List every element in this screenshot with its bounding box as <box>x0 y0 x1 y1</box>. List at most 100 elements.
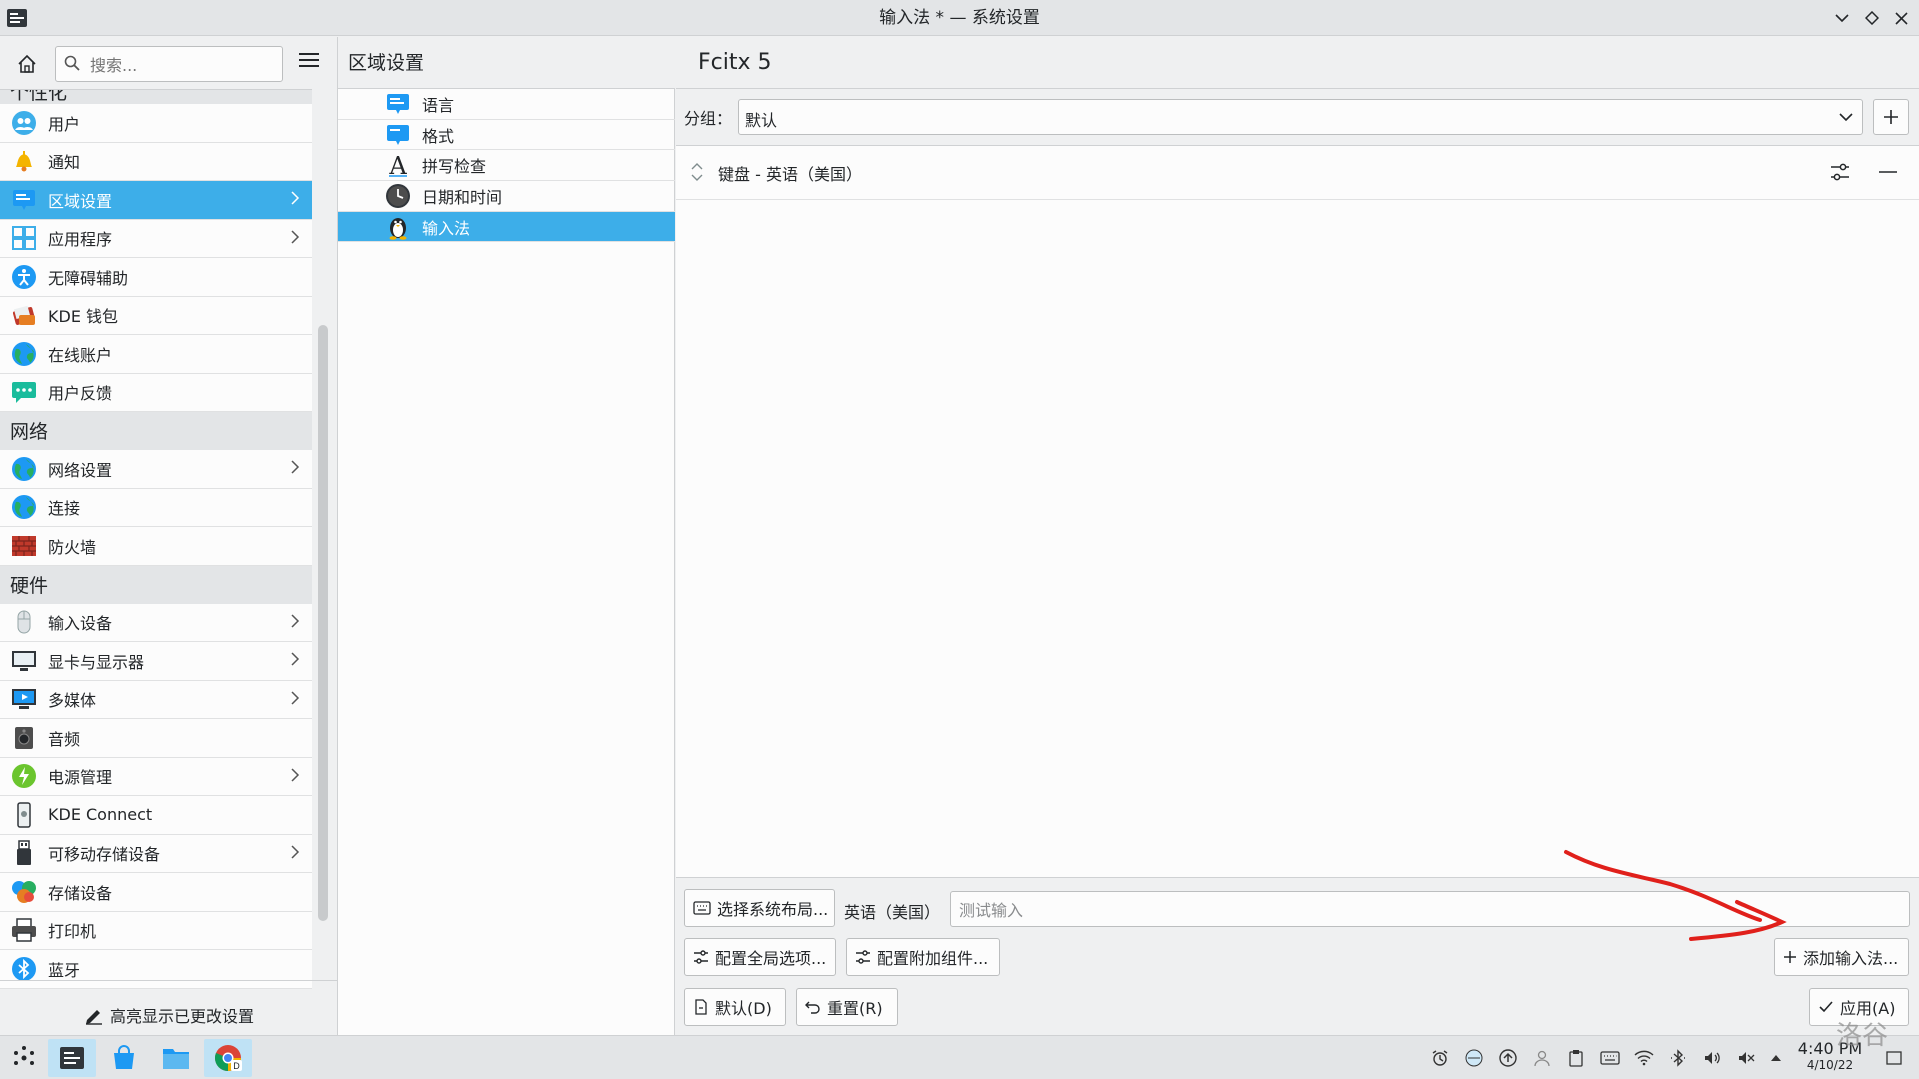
group-combobox[interactable]: 默认 <box>738 99 1863 135</box>
reset-button[interactable]: 重置(R) <box>796 988 898 1026</box>
region-subcategory-panel: 区域设置 语言 格式 A 拼写检查 日期和时间 输入法 <box>338 37 675 1035</box>
wifi-icon <box>1634 1050 1654 1066</box>
task-chrome[interactable]: D <box>204 1039 252 1077</box>
sidebar-item[interactable]: 多媒体 <box>0 680 312 719</box>
network-tray-icon[interactable] <box>1634 1048 1654 1068</box>
chevron-right-icon <box>290 190 300 210</box>
task-discover[interactable] <box>100 1039 148 1077</box>
home-button[interactable] <box>10 49 44 79</box>
configure-global-options-button[interactable]: 配置全局选项... <box>684 938 836 976</box>
sidebar-item-label: 可移动存储设备 <box>48 845 161 865</box>
defaults-button[interactable]: 默认(D) <box>684 988 786 1026</box>
app-launcher-button[interactable] <box>0 1039 48 1077</box>
region-subcategory-item[interactable]: 语言 <box>338 89 675 120</box>
sidebar-item[interactable]: 音频 <box>0 719 312 758</box>
page-title: Fcitx 5 <box>676 37 1919 89</box>
mic-muted-tray-icon[interactable] <box>1736 1048 1756 1068</box>
sidebar-item[interactable]: 蓝牙 <box>0 950 312 989</box>
keyboard-layout-icon <box>1465 1049 1483 1067</box>
sidebar-item-label: 打印机 <box>48 922 97 942</box>
sidebar-items: 用户 通知 区域设置 应用程序 无障碍辅助 KDE 钱包 在线账户 用户反馈 网络 网络设置 连接防… <box>0 104 312 989</box>
sidebar-item[interactable]: 应用程序 <box>0 219 312 258</box>
region-subcategory-label: 输入法 <box>422 218 471 238</box>
select-system-layout-button[interactable]: 选择系统布局... <box>684 889 835 927</box>
sidebar-item-label: 通知 <box>48 153 81 173</box>
sidebar-item-label: KDE Connect <box>48 805 153 825</box>
svg-text:D: D <box>233 1061 240 1071</box>
search-input[interactable] <box>88 51 277 79</box>
sidebar-item-label: 网络设置 <box>48 460 113 480</box>
sidebar-item[interactable]: 通知 <box>0 142 312 181</box>
bluetooth-tray-icon[interactable] <box>1668 1048 1688 1068</box>
tray-expander-button[interactable] <box>1766 1048 1786 1068</box>
region-subcategory-item[interactable]: A 拼写检查 <box>338 150 675 182</box>
sidebar-item[interactable]: 防火墙 <box>0 527 312 566</box>
configure-addons-button[interactable]: 配置附加组件... <box>846 938 1000 976</box>
maximize-button[interactable] <box>1860 6 1884 30</box>
sidebar-item[interactable]: 无障碍辅助 <box>0 258 312 297</box>
configure-sliders-icon <box>856 950 870 964</box>
keyboard-icon <box>1600 1051 1620 1065</box>
task-file-manager[interactable] <box>152 1039 200 1077</box>
region-subcategory-item[interactable]: 格式 <box>338 120 675 151</box>
alarm-tray-icon[interactable] <box>1430 1048 1450 1068</box>
sidebar-item[interactable]: 网络设置 <box>0 450 312 489</box>
updates-tray-icon[interactable] <box>1498 1048 1518 1068</box>
clipboard-tray-icon[interactable] <box>1566 1048 1586 1068</box>
sidebar-item[interactable]: KDE 钱包 <box>0 296 312 335</box>
region-subcategory-item[interactable]: 日期和时间 <box>338 181 675 212</box>
virtual-keyboard-tray-icon[interactable] <box>1600 1048 1620 1068</box>
remove-minus-icon[interactable] <box>1876 160 1900 184</box>
close-button[interactable] <box>1889 6 1913 30</box>
feedback-icon <box>10 378 38 406</box>
globe-icon <box>10 340 38 368</box>
input-method-row[interactable]: 键盘 - 英语（美国） <box>676 146 1919 200</box>
test-input[interactable] <box>957 894 1901 926</box>
configure-sliders-icon[interactable] <box>1828 160 1852 184</box>
sidebar-item[interactable]: 区域设置 <box>0 181 312 220</box>
sidebar-item-label: 输入设备 <box>48 614 113 634</box>
sidebar-footer-divider <box>0 980 338 981</box>
sidebar-scrollbar-thumb[interactable] <box>318 325 328 921</box>
sidebar-item[interactable]: 在线账户 <box>0 335 312 374</box>
sidebar-item[interactable]: 输入设备 <box>0 603 312 642</box>
audio-icon <box>10 724 38 752</box>
sidebar-item[interactable]: 可移动存储设备 <box>0 834 312 873</box>
region-subcategory-item[interactable]: 输入法 <box>338 211 675 243</box>
input-method-label: 键盘 - 英语（美国） <box>718 165 862 184</box>
speaker-icon <box>1705 1052 1720 1064</box>
add-input-method-button[interactable]: 添加输入法... <box>1774 938 1909 976</box>
show-desktop-icon <box>1886 1051 1902 1065</box>
close-icon <box>1894 11 1908 25</box>
search-field[interactable] <box>55 46 283 82</box>
undo-icon <box>805 1001 820 1014</box>
drag-handle-icon[interactable] <box>690 162 704 182</box>
input-method-tray-icon[interactable] <box>1464 1048 1484 1068</box>
sidebar-item[interactable]: 电源管理 <box>0 757 312 796</box>
clipboard-icon <box>1569 1050 1583 1067</box>
fcitx-penguin-icon <box>384 213 412 241</box>
chevron-right-icon <box>290 613 300 633</box>
sidebar-category-partial: 个性化 <box>0 90 312 104</box>
task-system-settings[interactable] <box>48 1039 96 1077</box>
sidebar-item[interactable]: 用户 <box>0 104 312 143</box>
sidebar-item[interactable]: 打印机 <box>0 911 312 950</box>
sidebar-item[interactable]: 用户反馈 <box>0 373 312 412</box>
chevron-up-icon <box>1771 1055 1781 1061</box>
sidebar-item[interactable]: KDE Connect <box>0 796 312 835</box>
test-input-field[interactable] <box>950 891 1910 927</box>
hamburger-menu-button[interactable] <box>298 51 324 75</box>
sidebar-item-label: 在线账户 <box>48 345 113 365</box>
sidebar-item[interactable]: 连接 <box>0 488 312 527</box>
spellcheck-icon: A <box>384 151 412 180</box>
sidebar-item[interactable]: 存储设备 <box>0 873 312 912</box>
highlight-changed-settings-button[interactable]: 高亮显示已更改设置 <box>0 995 338 1035</box>
sidebar-item[interactable]: 显卡与显示器 <box>0 642 312 681</box>
sidebar-item-label: 防火墙 <box>48 537 97 557</box>
chevron-down-icon <box>1835 14 1849 23</box>
sidebar-item-label: 连接 <box>48 499 81 519</box>
user-switch-tray-icon[interactable] <box>1532 1048 1552 1068</box>
volume-tray-icon[interactable] <box>1702 1048 1722 1068</box>
minimize-button[interactable] <box>1830 6 1854 30</box>
add-group-button[interactable] <box>1873 99 1909 135</box>
